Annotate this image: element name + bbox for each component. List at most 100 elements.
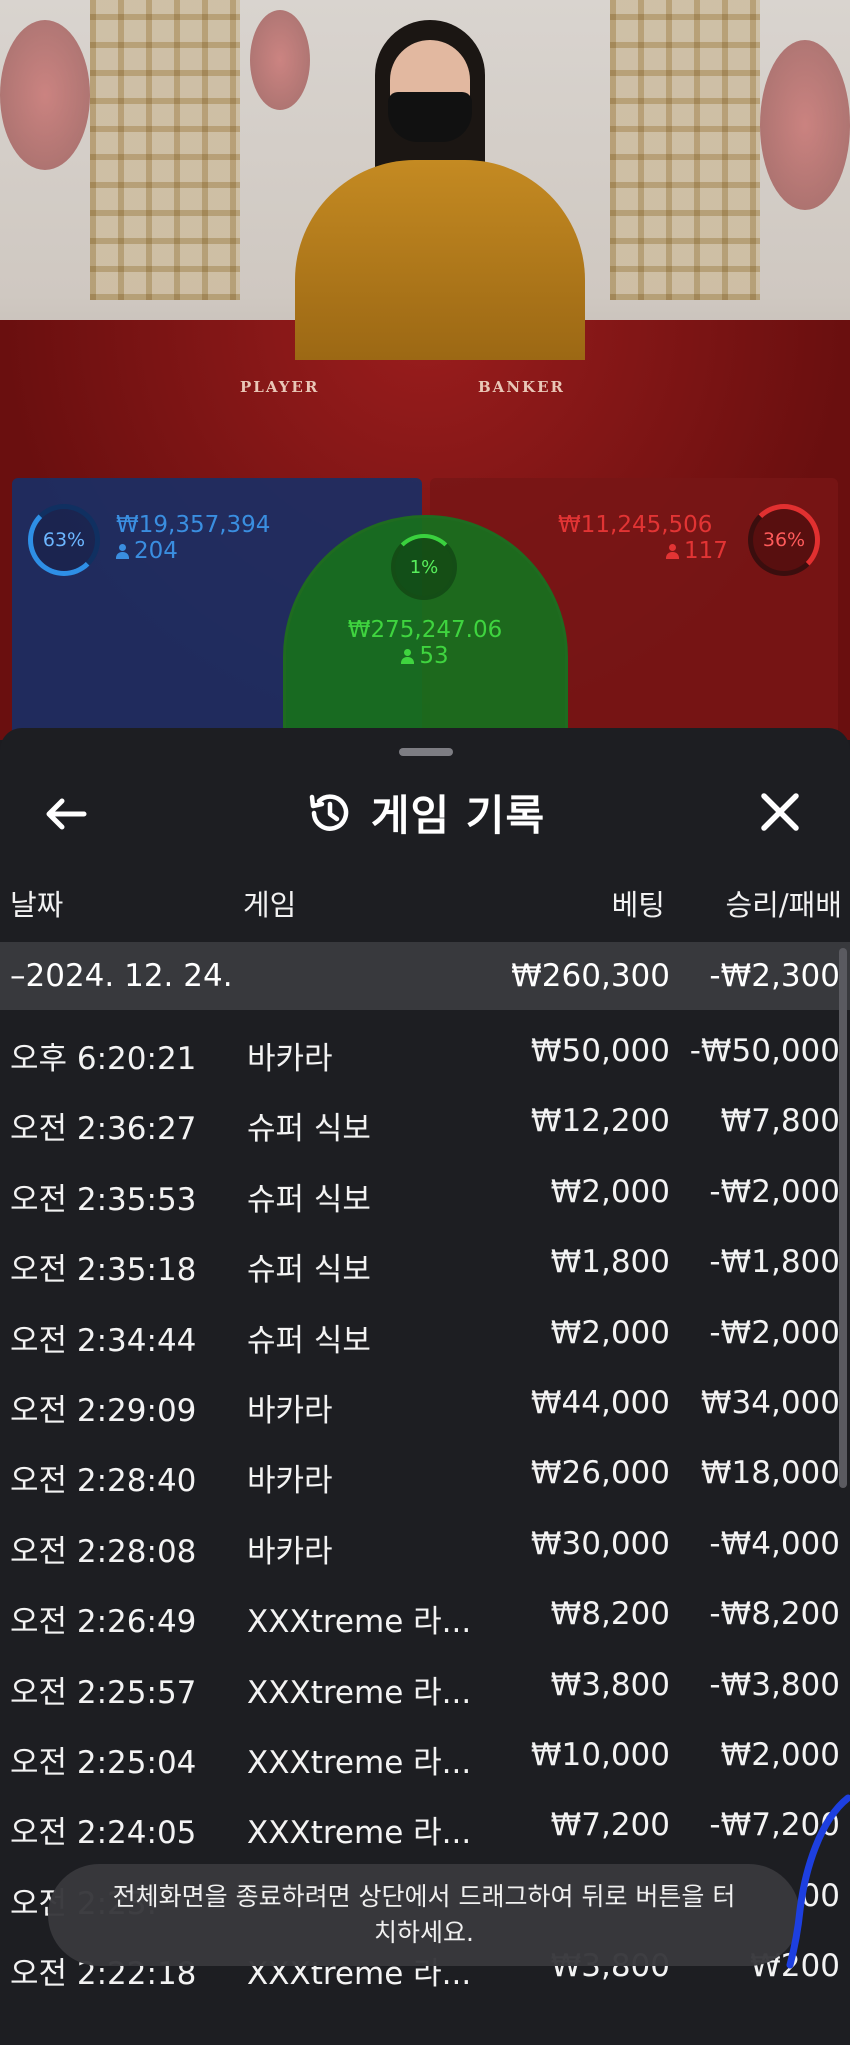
history-row[interactable]: 오전 2:29:09 바카라 ₩44,000 ₩34,000 <box>0 1370 850 1440</box>
close-icon <box>761 793 799 831</box>
decorative-screen-left <box>90 0 240 300</box>
live-video-feed: PLAYER BANKER 63% ₩19,357,394 204 36% ₩1… <box>0 0 850 740</box>
row-result: -₩1,800 <box>709 1244 840 1281</box>
player-amount: ₩19,357,394 <box>116 512 271 538</box>
history-row[interactable]: 오전 2:35:18 슈퍼 식보 ₩1,800 -₩1,800 <box>0 1229 850 1299</box>
history-row[interactable]: 오전 2:28:08 바카라 ₩30,000 -₩4,000 <box>0 1511 850 1581</box>
row-bet: ₩10,000 <box>530 1737 670 1773</box>
row-result: -₩2,000 <box>709 1173 840 1210</box>
row-time: 오전 2:36:27 <box>10 1111 197 1148</box>
row-time: 오후 6:20:21 <box>10 1041 197 1077</box>
col-bet: 베팅 <box>611 888 665 922</box>
row-bet: ₩7,200 <box>550 1807 670 1844</box>
row-time: 오전 2:24:05 <box>10 1815 197 1852</box>
row-bet: ₩8,200 <box>550 1596 670 1633</box>
player-table-label: PLAYER <box>240 378 320 396</box>
row-result: ₩34,000 <box>700 1385 840 1421</box>
dealer <box>290 20 590 360</box>
row-game: XXXtreme 라... <box>247 1745 472 1781</box>
row-time: 오전 2:28:08 <box>10 1533 197 1570</box>
history-row[interactable]: 오전 2:34:44 슈퍼 식보 ₩2,000 -₩2,000 <box>0 1300 850 1370</box>
sheet-title: 게임 기록 <box>370 791 546 840</box>
close-button[interactable] <box>752 784 808 840</box>
row-bet: ₩26,000 <box>530 1455 670 1492</box>
history-row[interactable]: 오전 2:24:05 XXXtreme 라... ₩7,200 -₩7,200 <box>0 1792 850 1862</box>
group-date: –2024. 12. 24. <box>10 958 233 994</box>
row-bet: ₩2,000 <box>550 1314 670 1351</box>
player-count: 204 <box>134 538 178 564</box>
row-time: 오전 2:28:40 <box>10 1463 197 1500</box>
col-date: 날짜 <box>10 888 64 922</box>
row-result: ₩18,000 <box>700 1455 840 1492</box>
col-game: 게임 <box>243 888 297 922</box>
row-result: -₩8,200 <box>709 1596 840 1633</box>
row-time: 오전 2:34:44 <box>10 1322 197 1359</box>
row-result: -₩4,000 <box>709 1525 840 1562</box>
row-game: XXXtreme 라... <box>247 1674 472 1711</box>
row-bet: ₩50,000 <box>530 1033 670 1069</box>
history-row[interactable]: 오전 2:25:04 XXXtreme 라... ₩10,000 ₩2,000 <box>0 1722 850 1792</box>
group-bet: ₩260,300 <box>511 958 670 994</box>
banker-count: 117 <box>684 538 728 564</box>
person-icon <box>401 648 415 664</box>
game-history-sheet: 게임 기록 날짜 게임 베팅 승리/패배 –2024. 12. 24. ₩260… <box>0 728 850 2045</box>
row-game: 바카라 <box>247 1533 333 1570</box>
row-time: 오전 2:35:53 <box>10 1181 197 1218</box>
banker-stats: ₩11,245,506 117 <box>558 512 728 564</box>
history-row[interactable]: 오전 2:25:57 XXXtreme 라... ₩3,800 -₩3,800 <box>0 1652 850 1722</box>
date-group-row[interactable]: –2024. 12. 24. ₩260,300 -₩2,300 <box>0 942 850 1010</box>
row-bet: ₩3,800 <box>550 1666 670 1703</box>
row-result: ₩7,800 <box>720 1103 840 1140</box>
row-game: 슈퍼 식보 <box>247 1181 371 1218</box>
sheet-drag-handle[interactable] <box>399 748 453 756</box>
history-row[interactable]: 오전 2:26:49 XXXtreme 라... ₩8,200 -₩8,200 <box>0 1581 850 1651</box>
tie-count: 53 <box>419 643 449 669</box>
row-bet: ₩2,000 <box>550 1173 670 1210</box>
fullscreen-toast: 전체화면을 종료하려면 상단에서 드래그하여 뒤로 버튼을 터치하세요. <box>48 1864 800 1966</box>
history-icon <box>309 793 349 831</box>
decorative-screen-right <box>610 0 760 300</box>
row-game: XXXtreme 라... <box>247 1604 472 1641</box>
row-game: 슈퍼 식보 <box>247 1322 371 1359</box>
blossom-decoration <box>0 20 90 170</box>
player-percentage: 63% <box>28 504 100 576</box>
person-icon <box>116 543 129 559</box>
history-row[interactable]: 오전 2:35:53 슈퍼 식보 ₩2,000 -₩2,000 <box>0 1159 850 1229</box>
banker-amount: ₩11,245,506 <box>558 512 713 538</box>
row-bet: ₩1,800 <box>550 1244 670 1281</box>
history-row[interactable]: 오후 6:20:21 바카라 ₩50,000 -₩50,000 <box>0 1018 850 1088</box>
row-time: 오전 2:35:18 <box>10 1252 197 1289</box>
row-game: 슈퍼 식보 <box>247 1111 371 1148</box>
row-bet: ₩30,000 <box>530 1525 670 1562</box>
player-stats: ₩19,357,394 204 <box>116 512 270 564</box>
pen-scribble <box>786 1794 850 1969</box>
row-result: -₩3,800 <box>709 1666 840 1703</box>
tie-stats: ₩275,247.06 53 <box>330 617 520 669</box>
row-time: 오전 2:25:04 <box>10 1745 197 1781</box>
blossom-decoration <box>760 40 850 210</box>
row-game: 바카라 <box>247 1041 333 1077</box>
banker-table-label: BANKER <box>478 378 565 396</box>
column-headers: 날짜 게임 베팅 승리/패배 <box>0 878 850 926</box>
banker-percentage: 36% <box>748 504 820 576</box>
tie-percentage: 1% <box>391 534 457 600</box>
row-result: ₩2,000 <box>720 1737 840 1773</box>
scrollbar[interactable] <box>839 948 847 1488</box>
history-row[interactable]: 오전 2:28:40 바카라 ₩26,000 ₩18,000 <box>0 1440 850 1510</box>
sheet-header: 게임 기록 <box>0 768 850 858</box>
row-game: 바카라 <box>247 1393 333 1429</box>
row-game: 슈퍼 식보 <box>247 1252 371 1289</box>
row-result: -₩50,000 <box>689 1033 840 1069</box>
person-icon <box>666 543 679 559</box>
row-result: -₩2,000 <box>709 1314 840 1351</box>
row-bet: ₩44,000 <box>530 1385 670 1421</box>
history-row[interactable]: 오전 2:36:27 슈퍼 식보 ₩12,200 ₩7,800 <box>0 1088 850 1158</box>
row-time: 오전 2:25:57 <box>10 1674 197 1711</box>
row-time: 오전 2:26:49 <box>10 1604 197 1641</box>
group-result: -₩2,300 <box>709 958 840 994</box>
row-game: XXXtreme 라... <box>247 1815 472 1852</box>
row-time: 오전 2:29:09 <box>10 1393 197 1429</box>
toast-message: 전체화면을 종료하려면 상단에서 드래그하여 뒤로 버튼을 터치하세요. <box>112 1882 736 1947</box>
row-bet: ₩12,200 <box>530 1103 670 1140</box>
col-result: 승리/패배 <box>725 888 843 922</box>
